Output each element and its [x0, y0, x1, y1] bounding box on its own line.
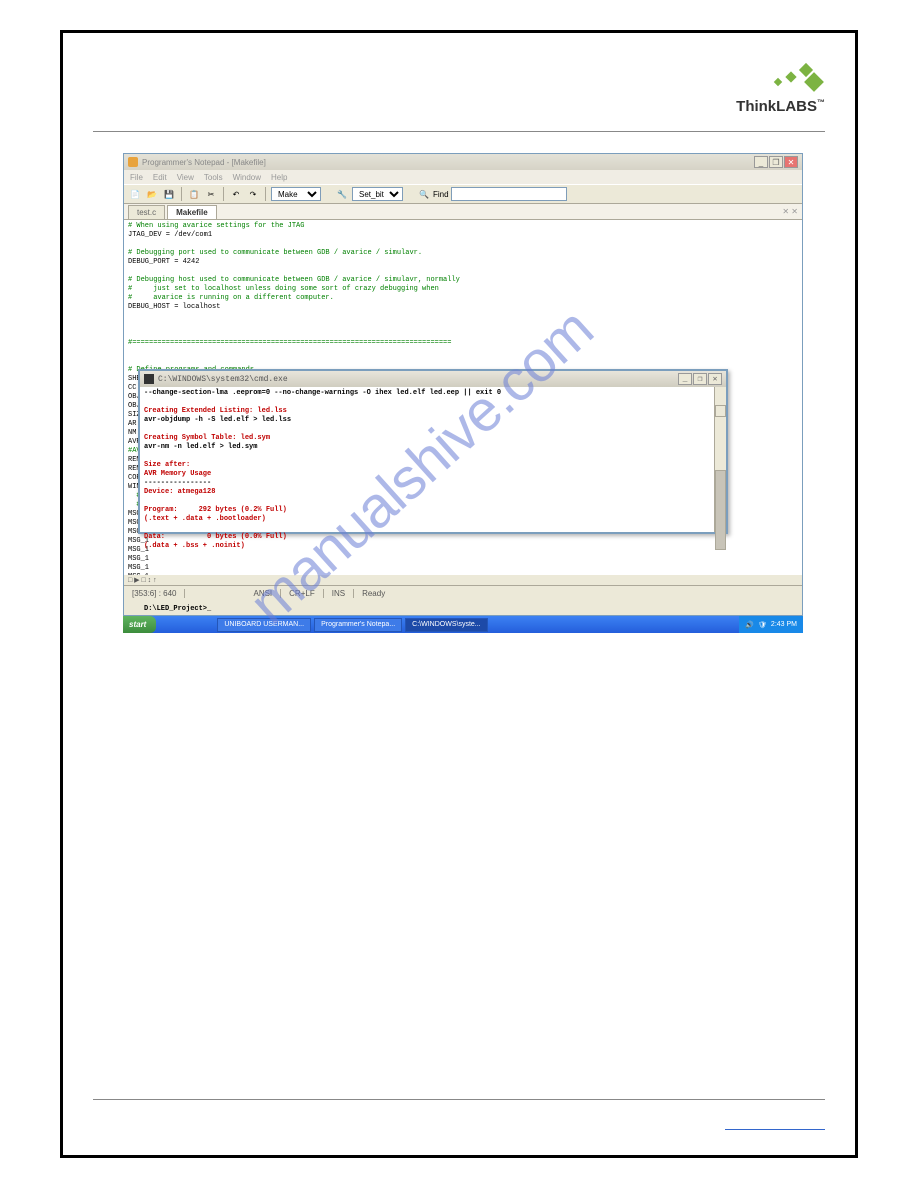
- cmd-window: C:\WINDOWS\system32\cmd.exe _ ❐ ✕ --chan…: [138, 369, 728, 534]
- status-position: [353:6] : 640: [124, 589, 185, 598]
- menu-edit[interactable]: Edit: [153, 173, 167, 182]
- copy-icon[interactable]: 📋: [187, 187, 201, 201]
- undo-icon[interactable]: ↶: [229, 187, 243, 201]
- cmd-minimize-button[interactable]: _: [678, 373, 692, 385]
- menu-tools[interactable]: Tools: [204, 173, 223, 182]
- tab-close-icon[interactable]: ✕ ✕: [782, 207, 798, 216]
- scroll-thumb[interactable]: [715, 470, 726, 550]
- start-button[interactable]: start: [123, 616, 156, 633]
- system-tray[interactable]: 🔊 🛡 2:43 PM: [739, 616, 803, 633]
- tab-makefile[interactable]: Makefile: [167, 205, 217, 219]
- menu-view[interactable]: View: [177, 173, 194, 182]
- cmd-icon: [144, 374, 154, 384]
- find-input[interactable]: [451, 187, 567, 201]
- taskbar-item[interactable]: Programmer's Notepa...: [314, 618, 402, 632]
- close-button[interactable]: ✕: [784, 156, 798, 168]
- cmd-close-button[interactable]: ✕: [708, 373, 722, 385]
- menu-window[interactable]: Window: [233, 173, 261, 182]
- nested-screenshot: Programmer's Notepad - [Makefile] _ ❐ ✕ …: [123, 153, 803, 633]
- tray-icon[interactable]: 🔊: [745, 621, 754, 629]
- cmd-title-text: C:\WINDOWS\system32\cmd.exe: [158, 375, 288, 384]
- status-bar: [353:6] : 640 ANSI CR+LF INS Ready: [124, 585, 802, 601]
- toolbar: 📄 📂 💾 📋 ✂ ↶ ↷ Make 🔧 Set_bit 🔍 Find: [124, 184, 802, 204]
- cmd-scrollbar[interactable]: [714, 387, 726, 532]
- windows-taskbar: start UNIBOARD USERMAN... Programmer's N…: [123, 616, 803, 633]
- save-icon[interactable]: 💾: [162, 187, 176, 201]
- programmers-notepad-window: Programmer's Notepad - [Makefile] _ ❐ ✕ …: [123, 153, 803, 616]
- quicklaunch-icon[interactable]: [174, 619, 186, 631]
- find-label: Find: [433, 190, 449, 199]
- scheme-select[interactable]: Make: [271, 187, 321, 201]
- status-lineending: CR+LF: [281, 589, 324, 598]
- quicklaunch-icon[interactable]: [188, 619, 200, 631]
- status-insert: INS: [324, 589, 354, 598]
- taskbar-item[interactable]: UNIBOARD USERMAN...: [217, 618, 311, 632]
- open-icon[interactable]: 📂: [145, 187, 159, 201]
- tab-testc[interactable]: test.c: [128, 205, 165, 219]
- quicklaunch-icon[interactable]: [202, 619, 214, 631]
- app-icon: [128, 157, 138, 167]
- taskbar-item-active[interactable]: C:\WINDOWS\syste...: [405, 618, 487, 632]
- tray-icon[interactable]: 🛡: [758, 621, 767, 629]
- target-select[interactable]: Set_bit: [352, 187, 403, 201]
- quicklaunch-icon[interactable]: [160, 619, 172, 631]
- redo-icon[interactable]: ↷: [246, 187, 260, 201]
- menu-help[interactable]: Help: [271, 173, 287, 182]
- maximize-button[interactable]: ❐: [769, 156, 783, 168]
- clock[interactable]: 2:43 PM: [771, 621, 797, 628]
- find-icon[interactable]: 🔍: [417, 187, 431, 201]
- cmd-output[interactable]: --change-section-lma .eeprom=0 --no-chan…: [140, 387, 726, 532]
- title-bar[interactable]: Programmer's Notepad - [Makefile] _ ❐ ✕: [124, 154, 802, 170]
- status-ready: Ready: [354, 589, 393, 598]
- scroll-up-button[interactable]: [715, 405, 726, 417]
- cmd-maximize-button[interactable]: ❐: [693, 373, 707, 385]
- new-icon[interactable]: 📄: [128, 187, 142, 201]
- tool-icon[interactable]: 🔧: [335, 187, 349, 201]
- menu-bar: File Edit View Tools Window Help: [124, 170, 802, 184]
- output-toolbar: □ ▶ □ ↕ ↑: [124, 575, 802, 585]
- menu-file[interactable]: File: [130, 173, 143, 182]
- minimize-button[interactable]: _: [754, 156, 768, 168]
- window-title: Programmer's Notepad - [Makefile]: [142, 158, 754, 167]
- document-tabs: test.c Makefile ✕ ✕: [124, 204, 802, 220]
- cmd-title-bar[interactable]: C:\WINDOWS\system32\cmd.exe _ ❐ ✕: [140, 371, 726, 387]
- cut-icon[interactable]: ✂: [204, 187, 218, 201]
- status-encoding: ANSI: [245, 589, 281, 598]
- footer-link: [725, 1129, 825, 1130]
- brand-logo: ThinkLABS™: [736, 63, 825, 115]
